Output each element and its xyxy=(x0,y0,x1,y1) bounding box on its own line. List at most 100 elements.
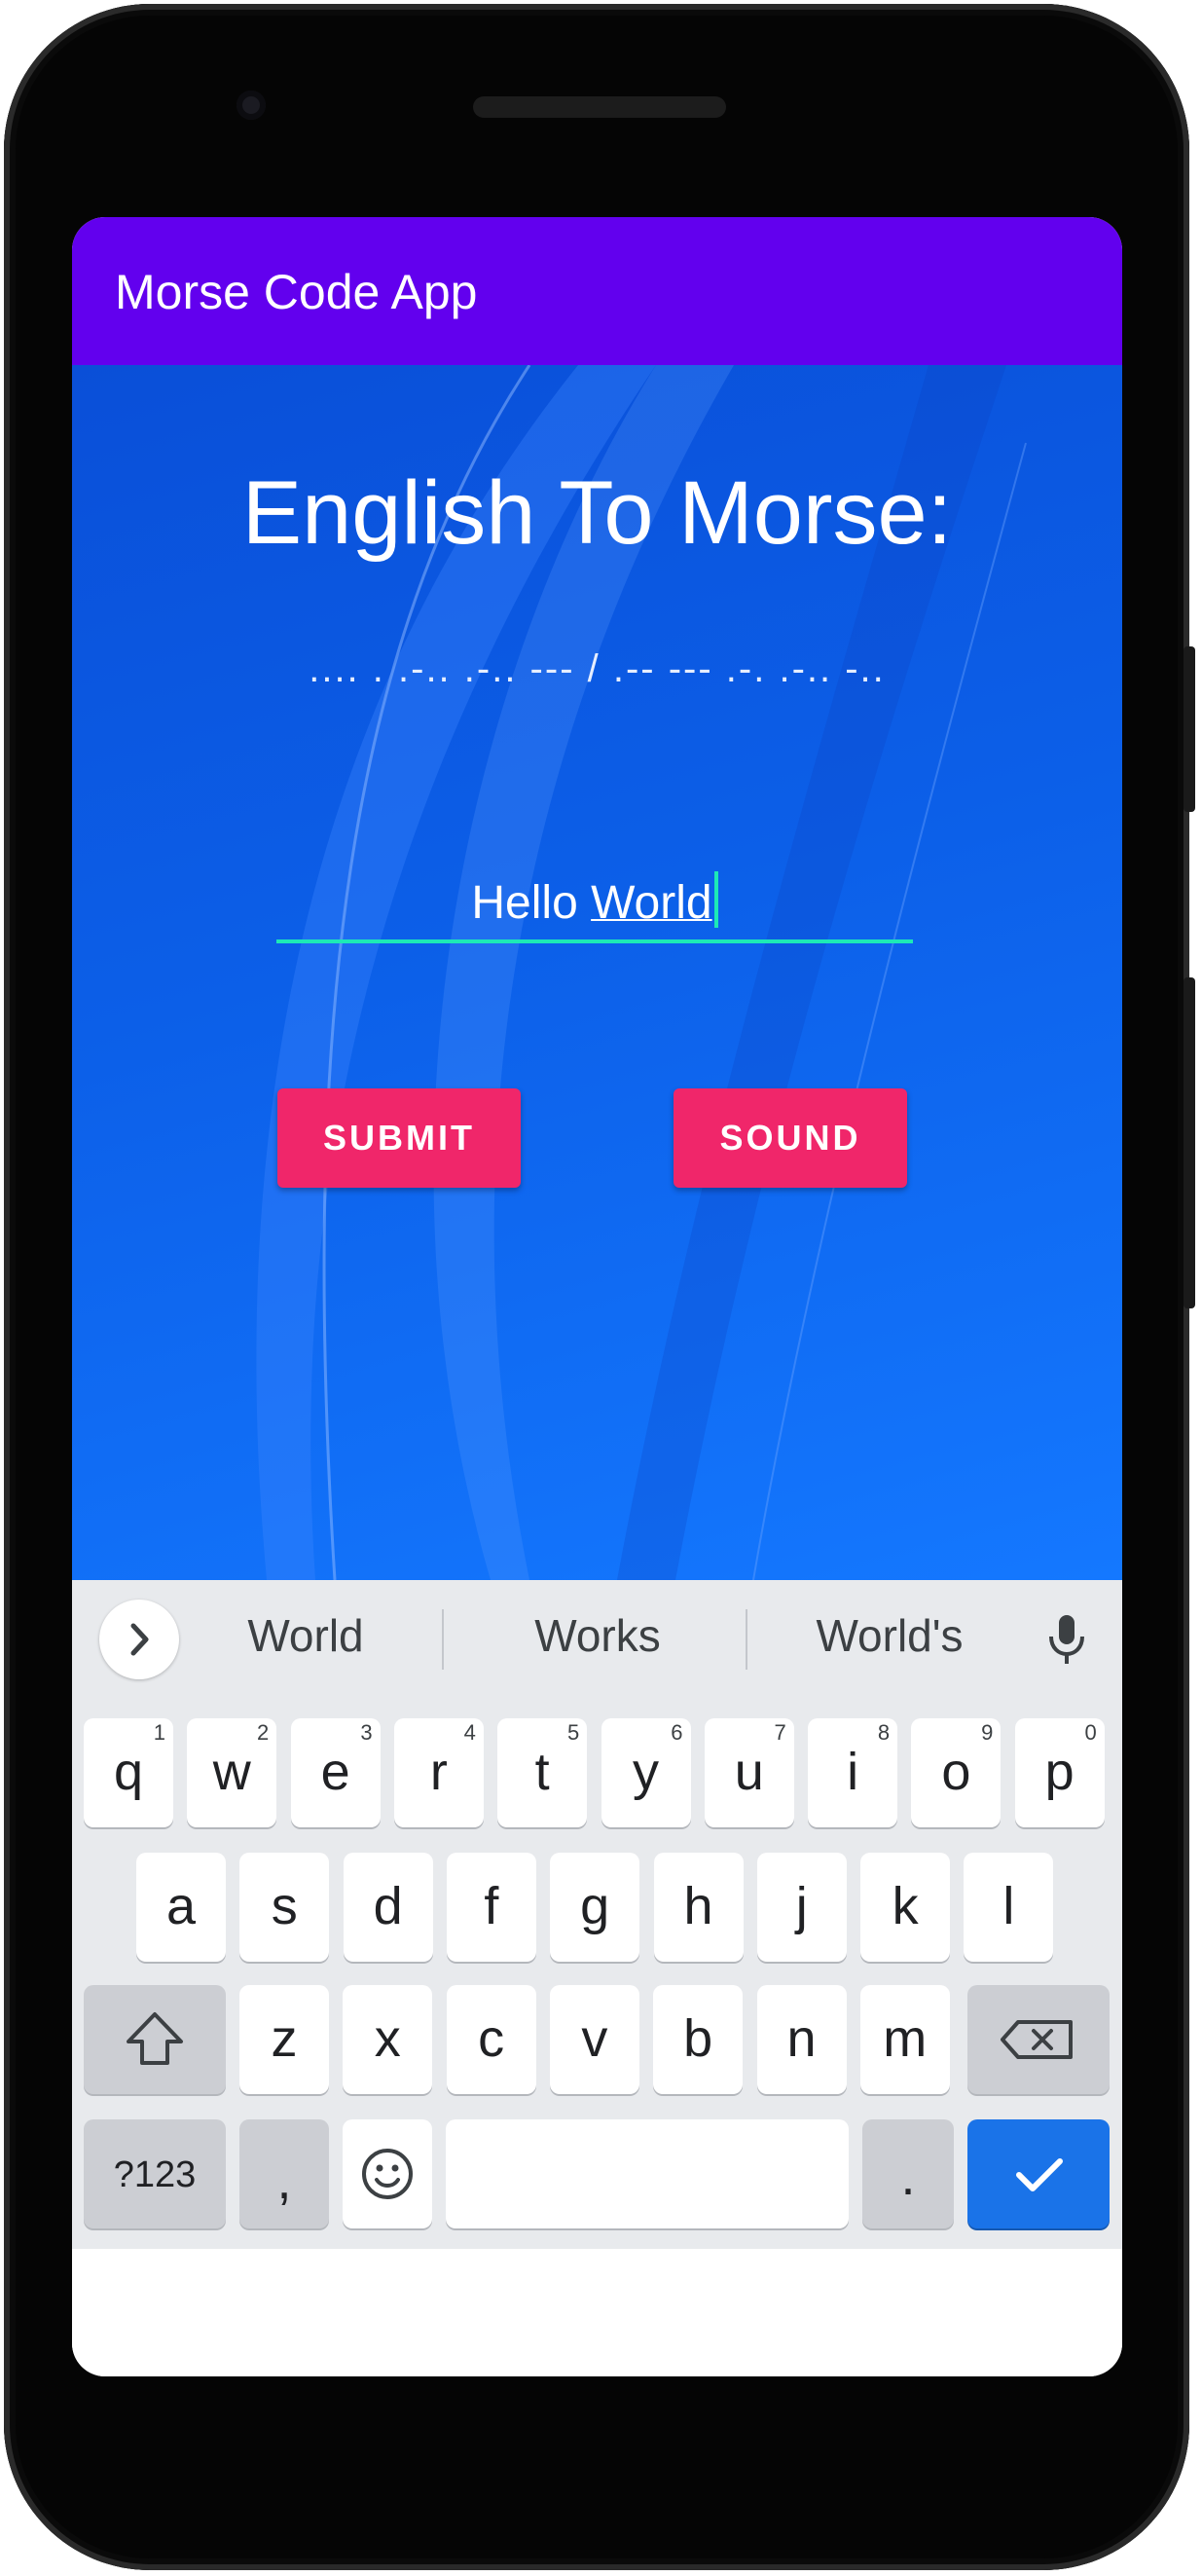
key-m-label: m xyxy=(883,2009,928,2068)
key-y[interactable]: y6 xyxy=(601,1718,691,1827)
key-q[interactable]: q1 xyxy=(84,1718,173,1827)
key-x-label: x xyxy=(374,2009,401,2068)
app-title: Morse Code App xyxy=(115,265,478,319)
power-button xyxy=(1184,646,1195,812)
key-d-label: d xyxy=(373,1877,403,1935)
period-key[interactable]: . xyxy=(862,2119,954,2228)
chevron-right-icon xyxy=(130,1623,149,1656)
suggestion-divider xyxy=(442,1609,444,1670)
key-h[interactable]: h xyxy=(653,1853,744,1962)
key-o-number-hint: 9 xyxy=(981,1720,994,1745)
comma-key-label: , xyxy=(276,2152,292,2210)
key-z[interactable]: z xyxy=(239,1985,329,2094)
input-underline xyxy=(276,939,913,943)
suggestion-1[interactable]: World xyxy=(208,1609,403,1662)
key-b[interactable]: b xyxy=(653,1985,744,2094)
key-w-label: w xyxy=(212,1743,251,1801)
key-t-number-hint: 5 xyxy=(566,1720,580,1745)
key-i-number-hint: 8 xyxy=(877,1720,891,1745)
key-u[interactable]: u7 xyxy=(704,1718,794,1827)
key-x[interactable]: x xyxy=(343,1985,433,2094)
key-d[interactable]: d xyxy=(343,1853,433,1962)
key-g[interactable]: g xyxy=(550,1853,640,1962)
key-s[interactable]: s xyxy=(239,1853,330,1962)
key-k-label: k xyxy=(892,1877,919,1935)
earpiece-speaker xyxy=(473,96,726,118)
comma-key[interactable]: , xyxy=(239,2119,329,2228)
key-p-label: p xyxy=(1044,1743,1075,1801)
key-t-label: t xyxy=(534,1743,550,1801)
key-u-label: u xyxy=(734,1743,764,1801)
key-w[interactable]: w2 xyxy=(187,1718,277,1827)
suggestion-3[interactable]: World's xyxy=(773,1609,1006,1662)
volume-button xyxy=(1184,977,1195,1308)
key-k[interactable]: k xyxy=(860,1853,951,1962)
space-bar[interactable] xyxy=(446,2119,849,2228)
key-n[interactable]: n xyxy=(756,1985,847,2094)
key-e[interactable]: e3 xyxy=(290,1718,381,1827)
input-plain-text: Hello xyxy=(471,877,592,929)
key-f[interactable]: f xyxy=(446,1853,536,1962)
suggestion-2[interactable]: Works xyxy=(481,1609,714,1662)
suggestion-divider xyxy=(746,1609,747,1670)
microphone-button[interactable] xyxy=(1036,1607,1098,1670)
backspace-key[interactable] xyxy=(967,1985,1110,2094)
phone-frame: Morse Code App English To Morse: .... . … xyxy=(4,4,1195,2570)
key-e-number-hint: 3 xyxy=(360,1720,373,1745)
shift-icon xyxy=(127,2012,183,2065)
suggestion-strip: World Works World's xyxy=(72,1580,1122,1699)
key-p-number-hint: 0 xyxy=(1084,1720,1097,1745)
sound-button[interactable]: SOUND xyxy=(674,1088,907,1188)
input-value[interactable]: Hello World xyxy=(276,871,913,930)
key-c[interactable]: c xyxy=(446,1985,536,2094)
emoji-key[interactable] xyxy=(343,2119,432,2228)
emoji-icon xyxy=(362,2149,413,2199)
key-q-label: q xyxy=(113,1743,144,1801)
key-t[interactable]: t5 xyxy=(497,1718,588,1827)
key-r-number-hint: 4 xyxy=(463,1720,476,1745)
key-a[interactable]: a xyxy=(136,1853,226,1962)
symbols-key[interactable]: ?123 xyxy=(84,2119,226,2228)
main-content: English To Morse: .... . .-.. .-.. --- /… xyxy=(72,365,1122,1580)
page-heading: English To Morse: xyxy=(241,463,953,563)
key-b-label: b xyxy=(683,2009,713,2068)
key-i[interactable]: i8 xyxy=(808,1718,898,1827)
microphone-icon xyxy=(1049,1615,1084,1664)
soft-keyboard: World Works World's ?123 , . q 1 w 2 e 3… xyxy=(72,1580,1122,2249)
key-o[interactable]: o9 xyxy=(911,1718,1002,1827)
key-u-number-hint: 7 xyxy=(774,1720,786,1745)
key-r[interactable]: r4 xyxy=(393,1718,484,1827)
key-y-number-hint: 6 xyxy=(671,1720,683,1745)
key-h-label: h xyxy=(683,1877,713,1935)
expand-toolbar-button[interactable] xyxy=(99,1600,179,1679)
app-bar: Morse Code App xyxy=(72,217,1122,365)
key-l[interactable]: l xyxy=(964,1853,1054,1962)
symbols-key-label: ?123 xyxy=(113,2154,197,2195)
period-key-label: . xyxy=(900,2148,916,2206)
key-v[interactable]: v xyxy=(549,1985,639,2094)
key-p[interactable]: p0 xyxy=(1014,1718,1105,1827)
key-n-label: n xyxy=(786,2009,817,2068)
key-a-label: a xyxy=(165,1877,197,1935)
key-y-label: y xyxy=(633,1743,659,1801)
key-o-label: o xyxy=(941,1743,971,1801)
enter-key[interactable] xyxy=(967,2119,1110,2228)
key-q-number-hint: 1 xyxy=(153,1720,165,1745)
key-s-label: s xyxy=(271,1877,298,1935)
submit-button[interactable]: SUBMIT xyxy=(277,1088,521,1188)
key-g-label: g xyxy=(580,1877,610,1935)
key-e-label: e xyxy=(320,1743,350,1801)
key-r-label: r xyxy=(429,1743,448,1801)
text-input[interactable]: Hello World xyxy=(276,871,913,949)
morse-output: .... . .-.. .-.. --- / .-- --- .-. .-.. … xyxy=(309,647,886,690)
checkmark-icon xyxy=(1016,2158,1063,2191)
shift-key[interactable] xyxy=(84,1985,226,2094)
key-j-label: j xyxy=(795,1877,808,1935)
input-composing-text: World xyxy=(591,877,712,929)
key-j[interactable]: j xyxy=(756,1853,847,1962)
key-m[interactable]: m xyxy=(859,1985,950,2094)
text-cursor xyxy=(713,871,718,928)
key-i-label: i xyxy=(847,1743,859,1801)
key-l-label: l xyxy=(1002,1877,1015,1935)
screen: Morse Code App English To Morse: .... . … xyxy=(72,217,1122,2376)
